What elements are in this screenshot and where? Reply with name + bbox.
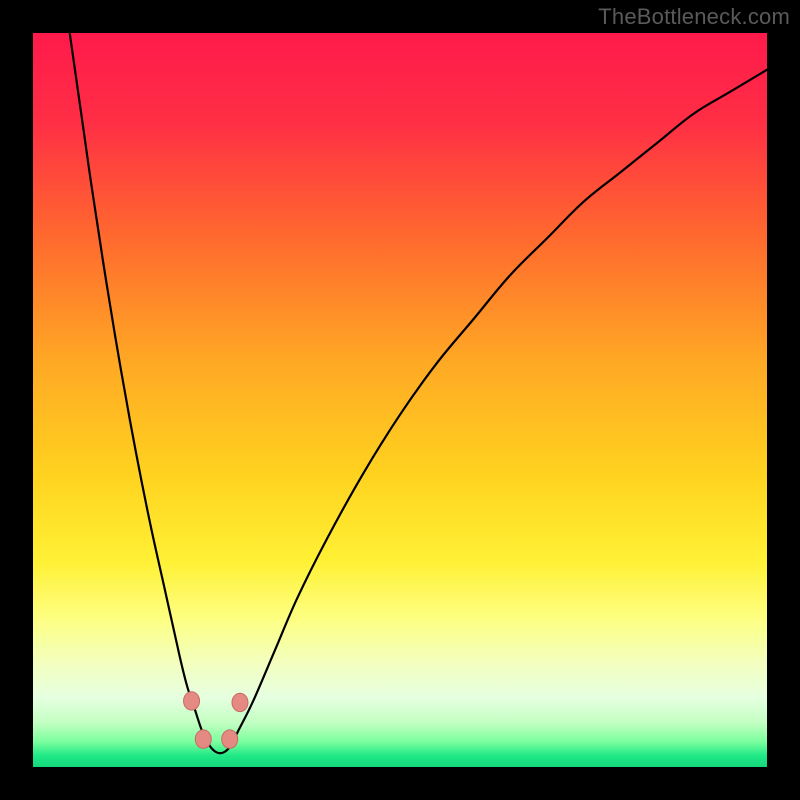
curve-marker-1 [195, 730, 211, 748]
plot-area [33, 33, 767, 767]
watermark-text: TheBottleneck.com [598, 4, 790, 30]
curve-marker-3 [232, 693, 248, 711]
curve-marker-0 [184, 692, 200, 710]
plot-svg [33, 33, 767, 767]
chart-frame: TheBottleneck.com [0, 0, 800, 800]
curve-marker-2 [222, 730, 238, 748]
